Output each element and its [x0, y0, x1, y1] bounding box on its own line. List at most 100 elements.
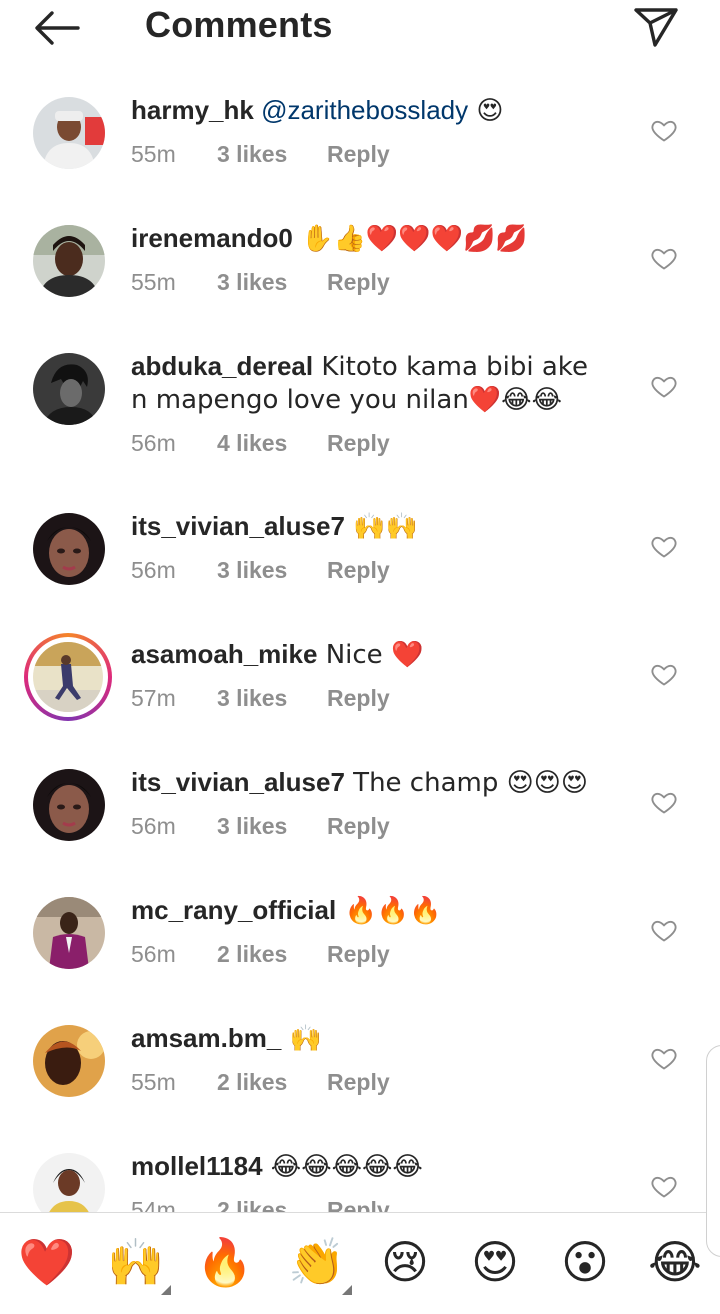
avatar[interactable] — [33, 97, 105, 169]
skin-tone-indicator-icon — [161, 1285, 171, 1295]
comment-likes[interactable]: 3 likes — [217, 813, 327, 840]
comment-likes[interactable]: 2 likes — [217, 941, 327, 968]
reply-button[interactable]: Reply — [327, 269, 390, 296]
avatar[interactable] — [33, 1153, 105, 1212]
comment-time: 56m — [131, 557, 176, 583]
comment-time: 55m — [131, 269, 176, 295]
comment-body: Nice ❤️ — [317, 640, 424, 670]
avatar[interactable] — [33, 225, 105, 297]
reply-button[interactable]: Reply — [327, 1197, 390, 1212]
heart-emoji-button[interactable]: ❤️ — [12, 1227, 82, 1297]
reply-button[interactable]: Reply — [327, 685, 390, 712]
like-heart-icon[interactable] — [650, 660, 678, 688]
comment-text: harmy_hk @zarithebosslady 😍 — [131, 94, 611, 127]
avatar[interactable] — [33, 513, 105, 585]
reply-button[interactable]: Reply — [327, 813, 390, 840]
like-heart-icon[interactable] — [650, 116, 678, 144]
comment-meta: 56m 4 likes Reply — [131, 430, 390, 457]
comment-username[interactable]: mollel1184 — [131, 1151, 263, 1181]
raising-hands-emoji: 🙌 — [107, 1234, 165, 1289]
like-heart-icon[interactable] — [650, 916, 678, 944]
comment-meta: 55m 3 likes Reply — [131, 141, 390, 168]
comment-text: mollel1184 😂😂😂😂😂 — [131, 1150, 611, 1183]
like-heart-icon[interactable] — [650, 788, 678, 816]
comment-time: 55m — [131, 1069, 176, 1095]
raising-hands-emoji-button[interactable]: 🙌 — [101, 1227, 171, 1297]
comment-body: ✋👍❤️❤️❤️💋💋 — [292, 224, 528, 254]
reply-button[interactable]: Reply — [327, 557, 390, 584]
comment-text: its_vivian_aluse7 🙌🙌 — [131, 510, 611, 543]
comment-username[interactable]: irenemando0 — [131, 223, 293, 253]
comment-meta: 54m 2 likes Reply — [131, 1197, 390, 1212]
comment-time: 56m — [131, 941, 176, 967]
avatar[interactable] — [33, 769, 105, 841]
avatar-ring-gap — [28, 637, 108, 717]
comment-meta: 57m 3 likes Reply — [131, 685, 390, 712]
comment-body: 😂😂😂😂😂 — [262, 1152, 423, 1182]
fire-emoji-button[interactable]: 🔥 — [190, 1227, 260, 1297]
scroll-handle[interactable] — [706, 1045, 720, 1257]
like-heart-icon[interactable] — [650, 244, 678, 272]
comment-meta: 56m 3 likes Reply — [131, 557, 390, 584]
comment-time: 55m — [131, 141, 176, 167]
comment-mention[interactable]: @zarithebosslady — [261, 95, 468, 125]
comment-likes[interactable]: 3 likes — [217, 557, 327, 584]
comment-meta: 56m 3 likes Reply — [131, 813, 390, 840]
comment-time: 54m — [131, 1197, 176, 1212]
reply-button[interactable]: Reply — [327, 430, 390, 457]
comments-list[interactable]: harmy_hk @zarithebosslady 😍 55m 3 likes … — [0, 0, 720, 1212]
comment-likes[interactable]: 2 likes — [217, 1069, 327, 1096]
comment-likes[interactable]: 2 likes — [217, 1197, 327, 1212]
avatar — [33, 642, 103, 712]
comment-username[interactable]: asamoah_mike — [131, 639, 317, 669]
comment-meta: 56m 2 likes Reply — [131, 941, 390, 968]
like-heart-icon[interactable] — [650, 372, 678, 400]
comment-text: mc_rany_official 🔥🔥🔥 — [131, 894, 611, 927]
reply-button[interactable]: Reply — [327, 1069, 390, 1096]
clapping-emoji: 👏 — [288, 1234, 346, 1289]
reply-button[interactable]: Reply — [327, 141, 390, 168]
comment-time: 56m — [131, 813, 176, 839]
clapping-emoji-button[interactable]: 👏 — [282, 1227, 352, 1297]
comment-body: The champ 😍😍😍 — [344, 768, 588, 798]
avatar[interactable] — [33, 353, 105, 425]
comment-time: 57m — [131, 685, 176, 711]
comment-username[interactable]: abduka_dereal — [131, 351, 313, 381]
like-heart-icon[interactable] — [650, 532, 678, 560]
back-arrow-icon[interactable] — [28, 6, 84, 50]
skin-tone-indicator-icon — [342, 1285, 352, 1295]
comment-likes[interactable]: 3 likes — [217, 685, 327, 712]
laughing-emoji-button[interactable]: 😂 — [640, 1227, 710, 1297]
surprised-emoji-button[interactable]: 😮 — [550, 1227, 620, 1297]
comment-username[interactable]: harmy_hk — [131, 95, 254, 125]
page-title: Comments — [145, 4, 333, 45]
comment-text: abduka_dereal Kitoto kama bibi ake n map… — [131, 350, 611, 416]
comment-text: irenemando0 ✋👍❤️❤️❤️💋💋 — [131, 222, 611, 255]
comment-username[interactable]: amsam.bm_ — [131, 1023, 281, 1053]
comment-body: 🙌 — [281, 1024, 322, 1054]
comment-time: 56m — [131, 430, 176, 456]
heart-eyes-emoji-button[interactable]: 😍 — [460, 1227, 530, 1297]
avatar[interactable] — [33, 897, 105, 969]
comment-likes[interactable]: 4 likes — [217, 430, 327, 457]
comment-likes[interactable]: 3 likes — [217, 141, 327, 168]
comment-body: 🔥🔥🔥 — [336, 896, 442, 926]
comment-username[interactable]: its_vivian_aluse7 — [131, 511, 345, 541]
quick-reaction-bar: ❤️ 🙌 🔥 👏 😢 😍 😮 😂 — [0, 1212, 720, 1314]
comment-username[interactable]: mc_rany_official — [131, 895, 336, 925]
comment-meta: 55m 3 likes Reply — [131, 269, 390, 296]
comment-text: amsam.bm_ 🙌 — [131, 1022, 611, 1055]
comment-likes[interactable]: 3 likes — [217, 269, 327, 296]
comment-text: asamoah_mike Nice ❤️ — [131, 638, 611, 671]
send-direct-icon[interactable] — [630, 4, 682, 50]
avatar[interactable] — [33, 1025, 105, 1097]
like-heart-icon[interactable] — [650, 1044, 678, 1072]
comment-body: 🙌🙌 — [344, 512, 418, 542]
crying-emoji-button[interactable]: 😢 — [370, 1227, 440, 1297]
comment-text: its_vivian_aluse7 The champ 😍😍😍 — [131, 766, 611, 799]
reply-button[interactable]: Reply — [327, 941, 390, 968]
comment-username[interactable]: its_vivian_aluse7 — [131, 767, 345, 797]
avatar-story-ring[interactable] — [24, 633, 112, 721]
comment-body: 😍 — [468, 96, 504, 126]
like-heart-icon[interactable] — [650, 1172, 678, 1200]
